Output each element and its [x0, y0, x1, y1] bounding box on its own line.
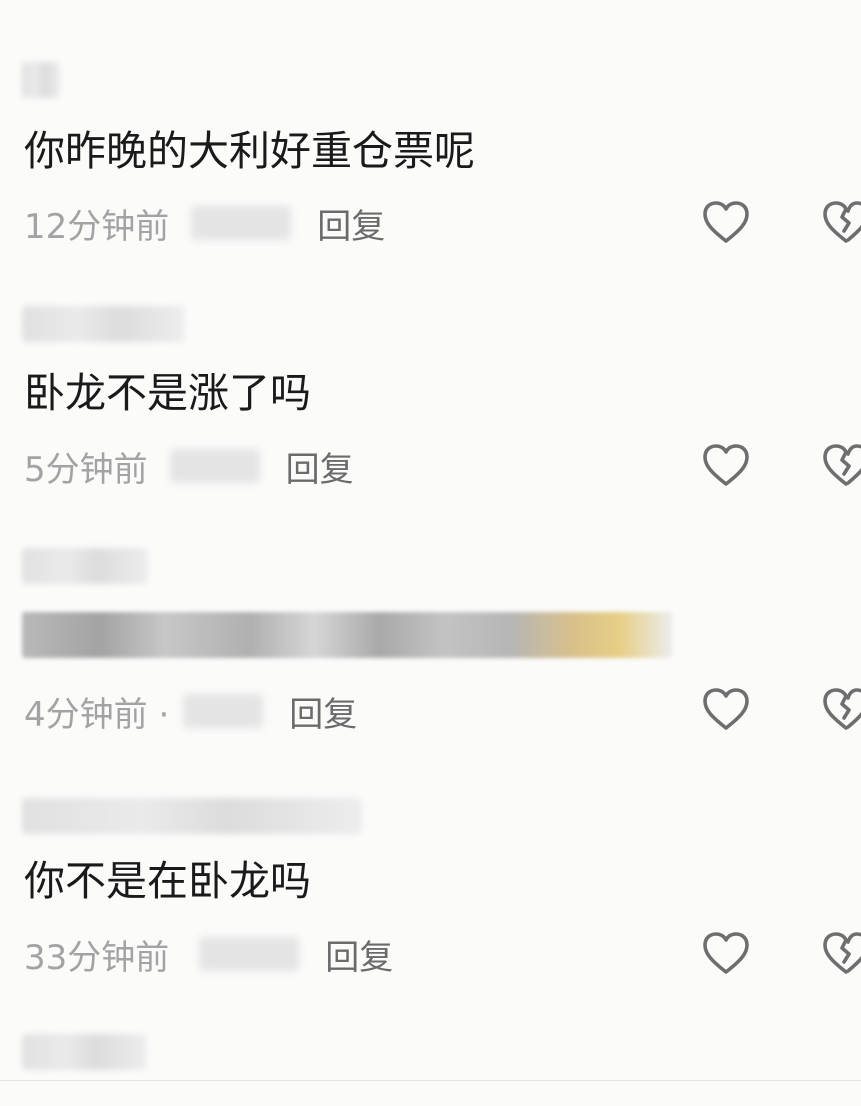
comment-text: 卧龙不是涨了吗 [24, 369, 311, 417]
username-blurred[interactable] [22, 548, 148, 584]
comment-meta: 33分钟前 回复 [24, 929, 393, 979]
ip-location-blurred [183, 694, 264, 728]
comment-text: 你不是在卧龙吗 [24, 857, 311, 905]
comment-time: 5分钟前 [24, 449, 148, 490]
reply-button[interactable]: 回复 [289, 687, 357, 736]
comment-time: 12分钟前 [24, 206, 170, 247]
like-heart-icon[interactable] [702, 930, 750, 978]
comment-meta: 12分钟前 回复 [24, 198, 385, 248]
like-heart-icon[interactable] [702, 199, 750, 247]
comment-time: 4分钟前 · [24, 694, 170, 735]
comment-text-blurred [22, 612, 672, 658]
dislike-broken-heart-icon[interactable] [822, 930, 861, 978]
comment-meta: 5分钟前 回复 [24, 441, 354, 491]
username-blurred[interactable] [22, 62, 60, 98]
comment-meta: 4分钟前 · 回复 [24, 686, 357, 736]
username-blurred[interactable] [22, 1034, 146, 1070]
reply-button[interactable]: 回复 [325, 930, 393, 979]
dislike-broken-heart-icon[interactable] [822, 686, 861, 734]
dislike-broken-heart-icon[interactable] [822, 442, 861, 490]
like-heart-icon[interactable] [702, 686, 750, 734]
ip-location-blurred [169, 449, 260, 483]
username-blurred[interactable] [22, 798, 362, 834]
dislike-broken-heart-icon[interactable] [822, 199, 861, 247]
ip-location-blurred [191, 206, 292, 240]
comment-text: 你昨晚的大利好重仓票呢 [24, 127, 475, 175]
bottom-divider [0, 1080, 861, 1081]
reply-button[interactable]: 回复 [286, 442, 354, 491]
username-blurred[interactable] [22, 306, 184, 342]
comment-time: 33分钟前 [24, 937, 170, 978]
reply-button[interactable]: 回复 [317, 199, 385, 248]
ip-location-blurred [199, 937, 300, 971]
like-heart-icon[interactable] [702, 442, 750, 490]
